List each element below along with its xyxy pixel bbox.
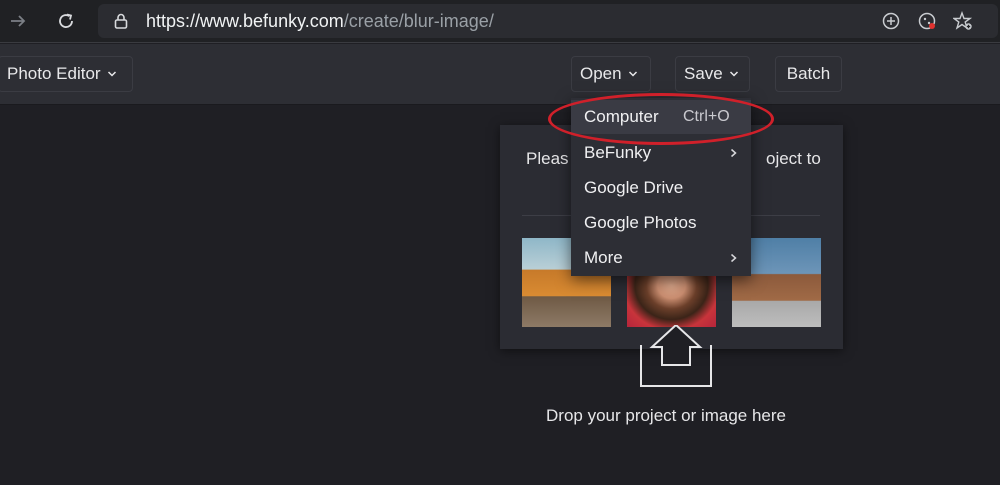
photo-editor-button[interactable]: Photo Editor <box>0 56 133 92</box>
upload-icon <box>640 325 712 387</box>
address-bar[interactable]: https://www.befunky.com/create/blur-imag… <box>98 4 998 38</box>
menu-item-befunky[interactable]: BeFunky <box>571 136 751 170</box>
open-dropdown-menu: Computer Ctrl+O BeFunky Google Drive Goo… <box>571 98 751 276</box>
batch-label: Batch <box>786 64 831 83</box>
menu-item-label: Google Drive <box>584 178 684 197</box>
shortcut-label: Ctrl+O <box>683 108 730 125</box>
open-label: Open <box>580 64 622 83</box>
menu-item-label: BeFunky <box>584 143 652 162</box>
panel-prompt-left: Pleas <box>526 149 569 168</box>
chevron-down-icon <box>729 71 738 77</box>
url-actions <box>880 10 974 32</box>
save-label: Save <box>684 64 723 83</box>
open-button[interactable]: Open <box>571 56 651 92</box>
lock-icon[interactable] <box>112 12 130 30</box>
menu-item-label: Computer <box>584 107 659 126</box>
photo-editor-label: Photo Editor <box>7 64 101 83</box>
panel-prompt-right: oject to <box>766 149 821 168</box>
browser-bar: https://www.befunky.com/create/blur-imag… <box>0 0 1000 43</box>
page: https://www.befunky.com/create/blur-imag… <box>0 0 1000 485</box>
chevron-down-icon <box>107 71 116 77</box>
menu-item-label: Google Photos <box>584 213 697 232</box>
chevron-right-icon <box>731 148 737 158</box>
url-path: /create/blur-image/ <box>343 11 494 31</box>
save-button[interactable]: Save <box>675 56 750 92</box>
menu-item-google-drive[interactable]: Google Drive <box>571 171 751 205</box>
reload-icon[interactable] <box>52 7 80 35</box>
chevron-down-icon <box>628 71 637 77</box>
drop-zone-text: Drop your project or image here <box>546 406 787 425</box>
chevron-right-icon <box>731 253 737 263</box>
menu-item-label: More <box>584 248 623 267</box>
app-toolbar: Photo Editor Open Save Batch <box>0 44 1000 105</box>
menu-item-computer[interactable]: Computer Ctrl+O <box>571 100 751 134</box>
add-tab-icon[interactable] <box>880 10 902 32</box>
batch-button[interactable]: Batch <box>775 56 842 92</box>
url-text: https://www.befunky.com/create/blur-imag… <box>146 10 494 32</box>
menu-item-more[interactable]: More <box>571 241 751 275</box>
cookie-icon[interactable] <box>916 10 938 32</box>
forward-icon[interactable] <box>4 7 32 35</box>
menu-item-google-photos[interactable]: Google Photos <box>571 206 751 240</box>
favorite-icon[interactable] <box>952 10 974 32</box>
url-host: https://www.befunky.com <box>146 11 344 31</box>
